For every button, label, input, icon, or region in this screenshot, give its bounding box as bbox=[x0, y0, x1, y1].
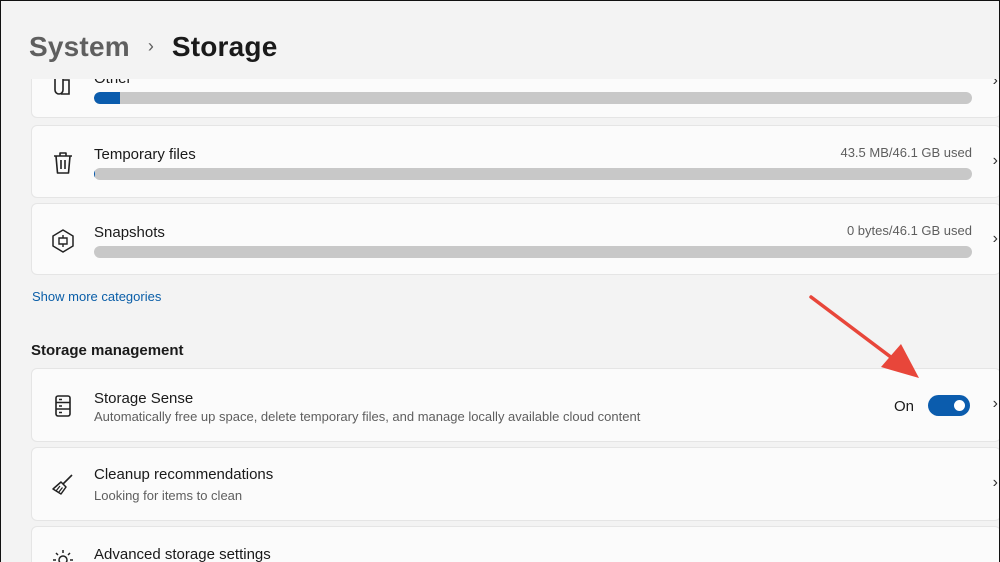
cleanup-title: Cleanup recommendations bbox=[94, 466, 274, 483]
category-used-text: 43.5 MB/46.1 GB used bbox=[840, 145, 972, 160]
storage-sense-toggle[interactable] bbox=[928, 395, 970, 416]
chevron-right-icon: › bbox=[992, 230, 998, 247]
advanced-settings-title: Advanced storage settings bbox=[94, 546, 271, 562]
page-title: Storage bbox=[171, 31, 278, 62]
page-header: System › Storage bbox=[1, 1, 999, 79]
category-used-text: 0 bytes/46.1 GB used bbox=[846, 223, 972, 238]
usage-bar-fill bbox=[94, 92, 121, 104]
trash-icon bbox=[50, 150, 76, 176]
chevron-right-icon: › bbox=[992, 152, 998, 169]
settings-window: Other › Temporary files 43.5 MB/46.1 GB … bbox=[0, 0, 1000, 562]
drive-icon bbox=[50, 393, 76, 419]
toggle-knob bbox=[954, 400, 965, 411]
chevron-right-icon: › bbox=[992, 474, 998, 491]
breadcrumb-separator-icon: › bbox=[147, 35, 154, 56]
category-card-snapshots[interactable]: Snapshots 0 bytes/46.1 GB used › bbox=[31, 203, 999, 275]
storage-sense-card[interactable]: Storage Sense Automatically free up spac… bbox=[31, 368, 999, 442]
storage-sense-description: Automatically free up space, delete temp… bbox=[94, 409, 641, 424]
usage-bar bbox=[94, 92, 972, 104]
category-name: Snapshots bbox=[94, 224, 165, 241]
breadcrumb-parent[interactable]: System bbox=[29, 31, 130, 63]
toggle-state-label: On bbox=[893, 398, 914, 415]
storage-management-heading: Storage management bbox=[31, 342, 184, 359]
storage-sense-title: Storage Sense bbox=[94, 390, 194, 407]
snapshot-icon bbox=[50, 228, 76, 254]
show-more-categories-link[interactable]: Show more categories bbox=[32, 289, 161, 304]
gear-icon bbox=[50, 547, 76, 562]
chevron-right-icon: › bbox=[992, 395, 998, 412]
advanced-storage-settings-card[interactable]: Advanced storage settings bbox=[31, 526, 999, 562]
category-card-temporary-files[interactable]: Temporary files 43.5 MB/46.1 GB used › bbox=[31, 125, 999, 198]
breadcrumb: System › Storage bbox=[29, 31, 277, 63]
cleanup-recommendations-card[interactable]: Cleanup recommendations Looking for item… bbox=[31, 447, 999, 521]
cleanup-description: Looking for items to clean bbox=[94, 488, 243, 503]
broom-icon bbox=[50, 472, 76, 498]
usage-bar bbox=[94, 168, 972, 180]
usage-bar-fill bbox=[94, 168, 95, 180]
category-name: Temporary files bbox=[94, 146, 196, 163]
usage-bar bbox=[94, 246, 972, 258]
